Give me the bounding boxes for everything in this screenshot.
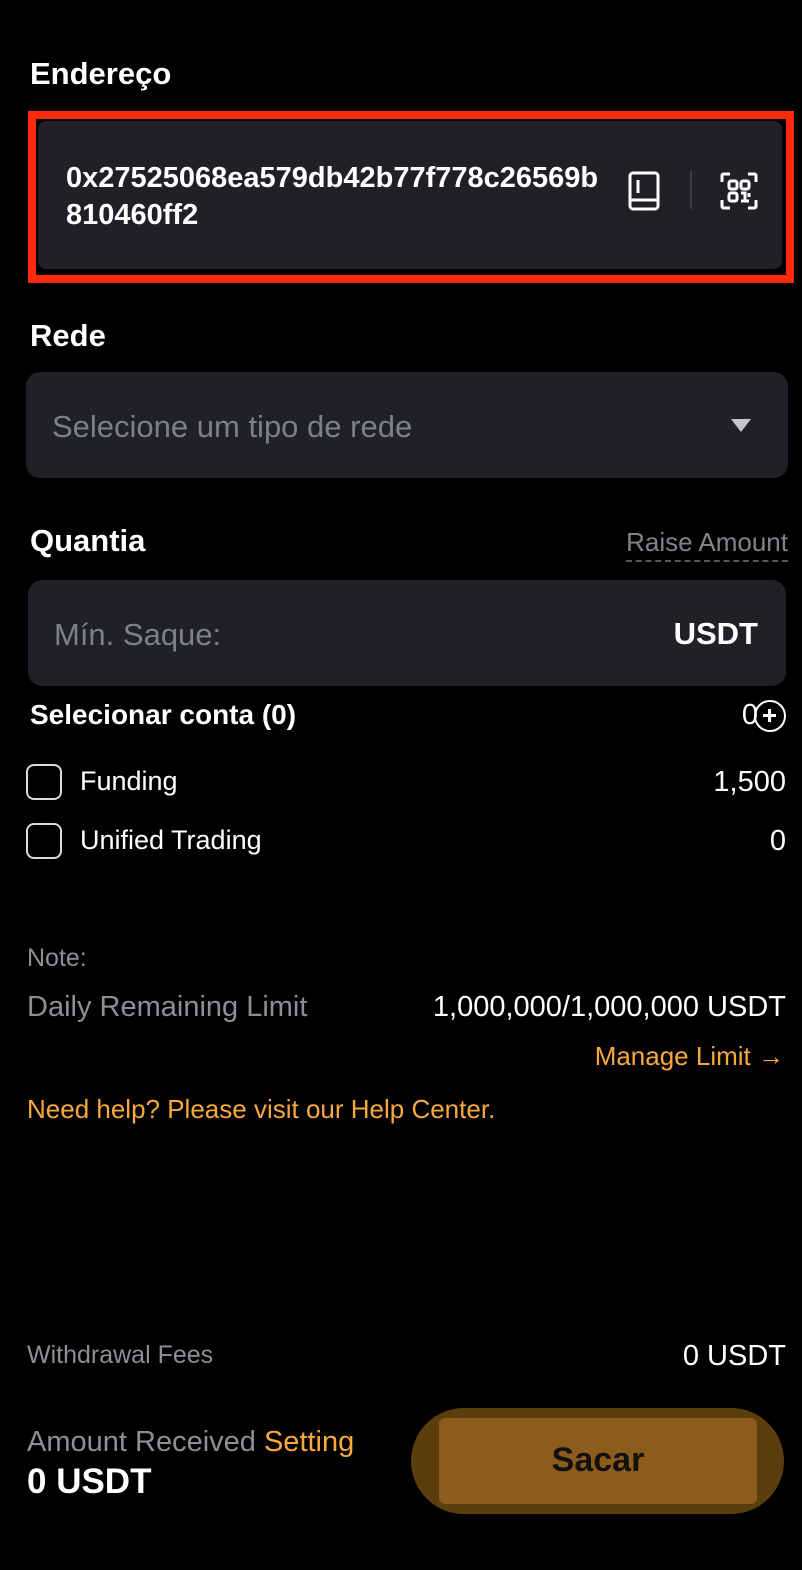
funding-label: Funding [80, 766, 178, 796]
unified-trading-checkbox[interactable] [26, 823, 62, 859]
unified-trading-balance: 0 [769, 825, 786, 857]
address-value[interactable]: 0x27525068ea579db42b77f778c26569b810460f… [66, 160, 611, 234]
amount-received-label: Amount Received Setting [27, 1426, 354, 1459]
address-divider [690, 171, 692, 209]
withdrawal-fees-label: Withdrawal Fees [27, 1341, 214, 1369]
select-account-title: Selecionar conta (0) [30, 699, 297, 730]
unified-trading-label: Unified Trading [80, 825, 262, 855]
amount-received-text: Amount Received [27, 1426, 256, 1458]
withdrawal-fees-value: 0 USDT [682, 1340, 786, 1372]
daily-limit-label: Daily Remaining Limit [27, 991, 308, 1023]
daily-limit-value: 1,000,000/1,000,000 USDT [432, 991, 786, 1023]
amount-label: Quantia [30, 523, 146, 558]
address-label: Endereço [30, 56, 172, 91]
address-book-icon[interactable] [627, 171, 661, 211]
amount-placeholder: Mín. Saque: [54, 617, 222, 652]
chevron-down-icon[interactable] [731, 419, 751, 432]
setting-link[interactable]: Setting [264, 1426, 354, 1458]
network-label: Rede [30, 318, 106, 353]
help-center-link[interactable]: Need help? Please visit our Help Center. [27, 1094, 495, 1125]
funding-checkbox[interactable] [26, 764, 62, 800]
amount-received-value: 0 USDT [27, 1462, 152, 1501]
withdraw-button-label[interactable]: Sacar [439, 1441, 757, 1480]
funding-balance: 1,500 [713, 766, 786, 798]
qr-scan-icon[interactable] [720, 172, 758, 210]
raise-amount-link[interactable]: Raise Amount [626, 527, 788, 562]
network-placeholder: Selecione um tipo de rede [52, 409, 413, 444]
note-label: Note: [27, 944, 87, 972]
manage-limit-link[interactable]: Manage Limit → [595, 1041, 784, 1072]
add-circle-icon[interactable] [754, 700, 786, 732]
amount-unit: USDT [673, 616, 758, 651]
